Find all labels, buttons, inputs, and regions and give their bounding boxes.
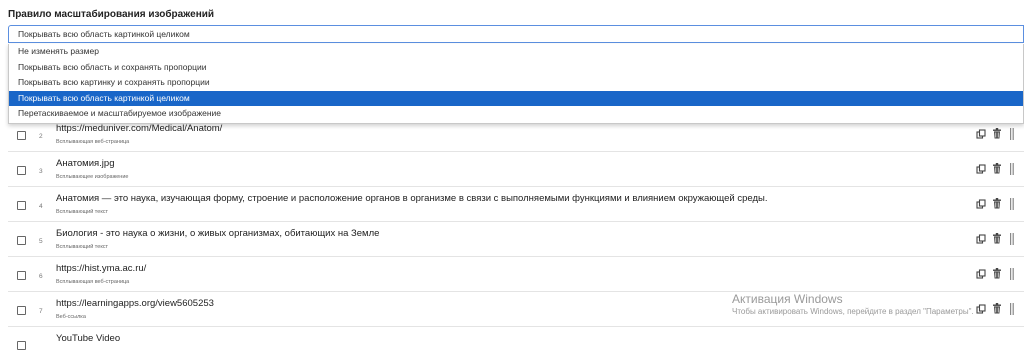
item-title[interactable]: Биология - это наука о жизни, о живых ор… xyxy=(56,228,379,239)
copy-icon[interactable] xyxy=(976,269,986,279)
option-no-resize[interactable]: Не изменять размер xyxy=(9,44,1023,60)
copy-icon[interactable] xyxy=(976,199,986,209)
list-item: 4 Анатомия — это наука, изучающая форму,… xyxy=(8,186,1024,221)
scaling-rule-dropdown: Не изменять размер Покрывать всю область… xyxy=(8,44,1024,124)
item-type: Всплывающая веб-страница xyxy=(56,279,130,285)
drag-handle-icon[interactable] xyxy=(1010,303,1014,315)
copy-icon[interactable] xyxy=(976,164,986,174)
option-cover-keep-ratio[interactable]: Покрывать всю область и сохранять пропор… xyxy=(9,60,1023,76)
trash-icon[interactable] xyxy=(992,198,1002,209)
item-title[interactable]: Анатомия.jpg xyxy=(56,158,114,169)
item-type: Всплывающий текст xyxy=(56,244,109,250)
drag-handle-icon[interactable] xyxy=(1010,233,1014,245)
item-actions xyxy=(976,198,1024,210)
item-actions xyxy=(976,233,1024,245)
trash-icon[interactable] xyxy=(992,163,1002,174)
item-actions xyxy=(976,128,1024,140)
item-title[interactable]: Анатомия — это наука, изучающая форму, с… xyxy=(56,193,768,204)
drag-handle-icon[interactable] xyxy=(1010,198,1014,210)
list-item: 7 https://learningapps.org/view5605253 В… xyxy=(8,291,1024,326)
trash-icon[interactable] xyxy=(992,268,1002,279)
item-checkbox[interactable] xyxy=(17,166,26,175)
item-actions xyxy=(976,303,1024,315)
list-item: 3 Анатомия.jpg Всплывающее изображение xyxy=(8,151,1024,186)
item-checkbox[interactable] xyxy=(17,131,26,140)
item-type: Всплывающий текст xyxy=(56,209,109,215)
trash-icon[interactable] xyxy=(992,233,1002,244)
copy-icon[interactable] xyxy=(976,234,986,244)
item-title[interactable]: https://learningapps.org/view5605253 xyxy=(56,298,214,309)
item-number: 3 xyxy=(39,168,43,175)
drag-handle-icon[interactable] xyxy=(1010,268,1014,280)
item-number: 7 xyxy=(39,308,43,315)
item-title[interactable]: https://hist.yma.ac.ru/ xyxy=(56,263,146,274)
item-title[interactable]: YouTube Video xyxy=(56,333,120,344)
item-checkbox[interactable] xyxy=(17,341,26,350)
items-list: 2 https://meduniver.com/Medical/Anatom/ … xyxy=(8,116,1024,361)
item-actions xyxy=(976,268,1024,280)
drag-handle-icon[interactable] xyxy=(1010,163,1014,175)
item-type: Всплывающее изображение xyxy=(56,174,129,180)
trash-icon[interactable] xyxy=(992,128,1002,139)
copy-icon[interactable] xyxy=(976,129,986,139)
scaling-rule-select[interactable]: Покрывать всю область картинкой целиком xyxy=(8,25,1024,43)
item-number: 2 xyxy=(39,133,43,140)
item-checkbox[interactable] xyxy=(17,236,26,245)
drag-handle-icon[interactable] xyxy=(1010,128,1014,140)
item-type: Всплывающая веб-страница xyxy=(56,139,130,145)
list-item: YouTube Video xyxy=(8,326,1024,361)
list-item: 5 Биология - это наука о жизни, о живых … xyxy=(8,221,1024,256)
list-item: 6 https://hist.yma.ac.ru/ Всплывающая ве… xyxy=(8,256,1024,291)
trash-icon[interactable] xyxy=(992,303,1002,314)
copy-icon[interactable] xyxy=(976,304,986,314)
item-checkbox[interactable] xyxy=(17,271,26,280)
item-number: 5 xyxy=(39,238,43,245)
option-cover-stretch[interactable]: Покрывать всю область картинкой целиком xyxy=(9,90,1023,107)
scaling-rule-label: Правило масштабирования изображений xyxy=(8,9,215,20)
option-contain-keep-ratio[interactable]: Покрывать всю картинку и сохранять пропо… xyxy=(9,75,1023,91)
item-number: 4 xyxy=(39,203,43,210)
item-actions xyxy=(976,163,1024,175)
item-checkbox[interactable] xyxy=(17,201,26,210)
item-title[interactable]: https://meduniver.com/Medical/Anatom/ xyxy=(56,123,222,134)
item-number: 6 xyxy=(39,273,43,280)
item-checkbox[interactable] xyxy=(17,306,26,315)
option-draggable-zoomable[interactable]: Перетаскиваемое и масштабируемое изображ… xyxy=(9,106,1023,122)
item-type: Веб-ссылка xyxy=(56,314,86,320)
